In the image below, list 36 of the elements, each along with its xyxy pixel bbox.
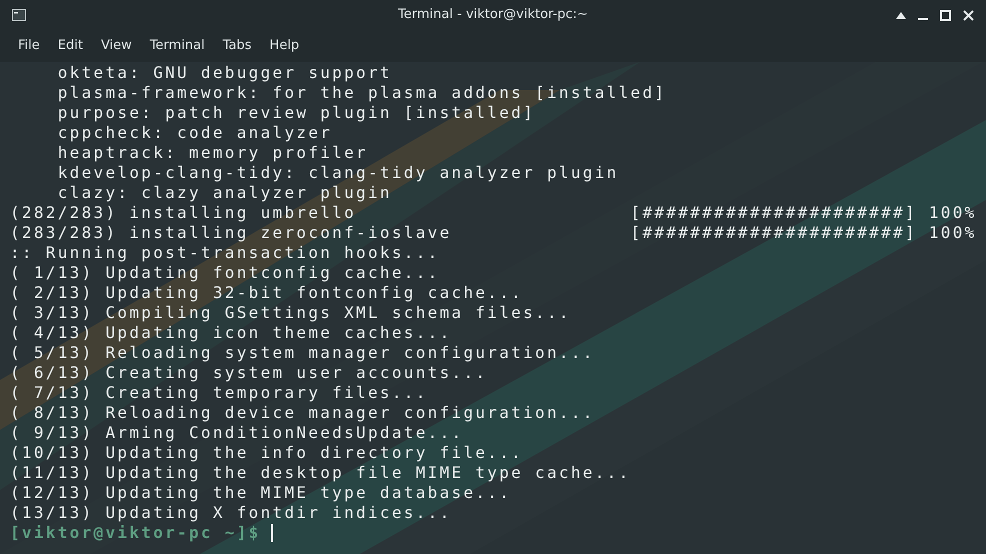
maximize-icon[interactable]	[940, 10, 951, 20]
terminal-line: ( 9/13) Arming ConditionNeedsUpdate...	[10, 423, 464, 443]
terminal-line: :: Running post-transaction hooks...	[10, 243, 440, 263]
menu-item[interactable]: Terminal	[140, 36, 214, 56]
close-icon[interactable]	[963, 10, 974, 20]
terminal-line: (13/13) Updating X fontdir indices...	[10, 503, 452, 523]
menu-item[interactable]: Help	[260, 36, 308, 56]
shade-icon[interactable]	[896, 12, 906, 18]
terminal-line: heaptrack: memory profiler	[56, 143, 368, 163]
terminal-line: (10/13) Updating the info directory file...	[10, 443, 524, 463]
terminal-line: (12/13) Updating the MIME type database...	[10, 483, 512, 503]
terminal-line: ( 3/13) Compiling GSettings XML schema files...	[10, 303, 571, 323]
terminal-line: ( 6/13) Creating system user accounts...	[10, 363, 488, 383]
terminal-line: (11/13) Updating the desktop file MIME type cache...	[10, 463, 631, 483]
text-cursor	[270, 524, 273, 542]
terminal-line: ( 5/13) Reloading system manager configuration...	[10, 343, 595, 363]
menu-item[interactable]: Tabs	[214, 36, 261, 56]
terminal-line: kdevelop-clang-tidy: clang-tidy analyzer plugin	[56, 163, 619, 183]
terminal-line: (283/283) installing zeroconf-ioslave [######################] 100%	[10, 223, 977, 243]
terminal-line: ( 2/13) Updating 32-bit fontconfig cache...	[10, 283, 524, 303]
terminal-line: (282/283) installing umbrello [######################] 100%	[10, 203, 977, 223]
terminal-line: ( 8/13) Reloading device manager configuration...	[10, 403, 595, 423]
shell-prompt: [viktor@viktor-pc ~]$	[10, 523, 261, 543]
terminal-line: cppcheck: code analyzer	[56, 123, 332, 143]
terminal-line: ( 7/13) Creating temporary files...	[10, 383, 428, 403]
terminal-line: purpose: patch review plugin [installed]	[56, 103, 536, 123]
terminal-line: ( 1/13) Updating fontconfig cache...	[10, 263, 440, 283]
menu-item[interactable]: View	[92, 36, 141, 56]
menu-item[interactable]: Edit	[48, 36, 92, 56]
terminal-line: plasma-framework: for the plasma addons [installed]	[56, 83, 666, 103]
window-title: Terminal - viktor@viktor-pc:~	[398, 6, 588, 24]
terminal-line: ( 4/13) Updating icon theme caches...	[10, 323, 452, 343]
terminal-line: clazy: clazy analyzer plugin	[56, 183, 392, 203]
terminal-line: okteta: GNU debugger support	[56, 63, 392, 83]
menu-item[interactable]: File	[9, 36, 49, 56]
terminal-icon	[12, 9, 26, 21]
